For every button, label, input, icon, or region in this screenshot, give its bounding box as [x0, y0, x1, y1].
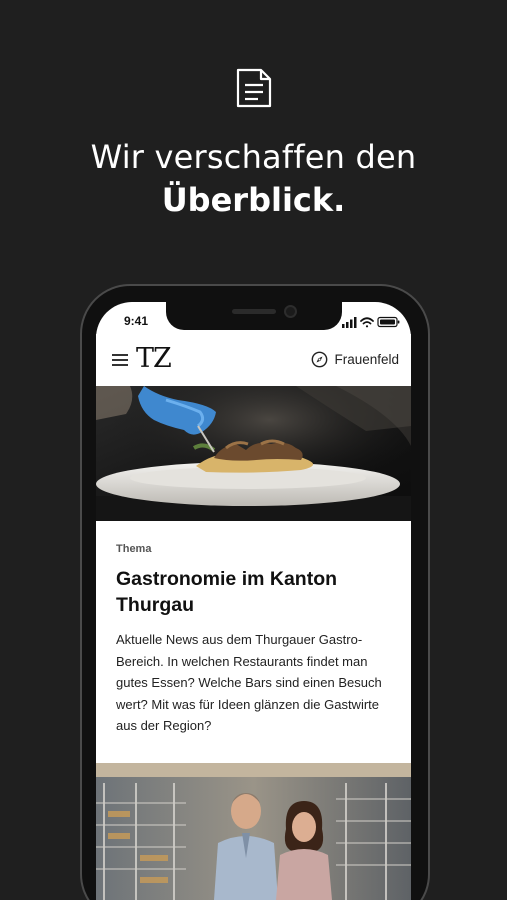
- tz-logo[interactable]: TZ: [136, 343, 172, 374]
- front-camera: [284, 305, 297, 318]
- article-title[interactable]: Gastronomie im Kanton Thurgau: [116, 566, 391, 618]
- compass-icon: [312, 351, 328, 368]
- app-header: TZ Frauenfeld: [96, 334, 411, 386]
- phone-notch: [166, 302, 342, 330]
- plated-dish-photo[interactable]: [96, 386, 411, 521]
- headline-line-1: Wir verschaffen den: [90, 138, 417, 176]
- article-lead: Aktuelle News aus dem Thurgauer Gastro-B…: [116, 632, 382, 734]
- status-icons: [342, 316, 400, 328]
- promo-headline: Wir verschaffen den Überblick.: [0, 136, 507, 222]
- article-card[interactable]: Thema Gastronomie im Kanton Thurgau Aktu…: [96, 521, 411, 763]
- document-icon: [236, 68, 272, 108]
- bakery-couple-photo[interactable]: [96, 763, 411, 900]
- article-kicker: Thema: [116, 543, 152, 555]
- speaker-grille: [232, 309, 276, 314]
- signal-icon: [342, 317, 357, 328]
- hamburger-menu-icon[interactable]: [112, 354, 128, 366]
- battery-icon: [377, 316, 400, 328]
- location-label: Frauenfeld: [334, 352, 399, 367]
- headline-line-2: Überblick.: [161, 181, 346, 219]
- status-time: 9:41: [124, 314, 149, 328]
- wifi-icon: [360, 317, 374, 328]
- location-selector[interactable]: Frauenfeld: [311, 351, 399, 368]
